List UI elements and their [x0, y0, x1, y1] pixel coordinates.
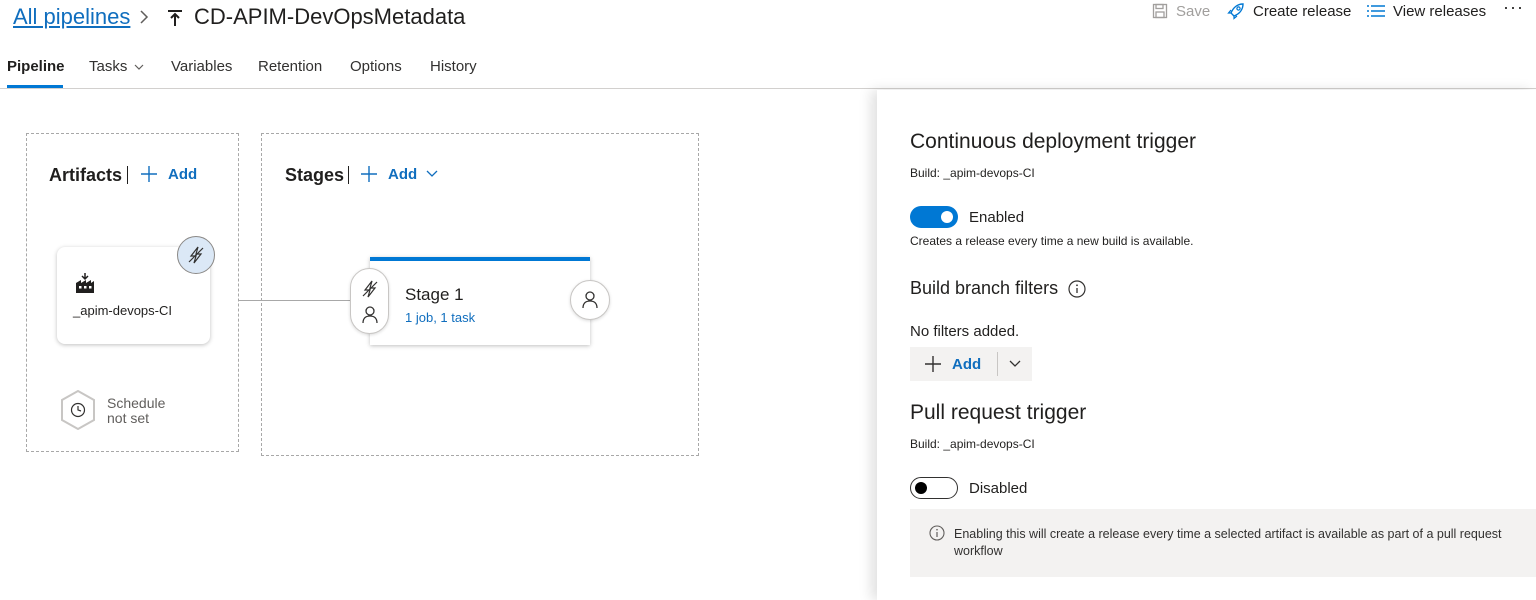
divider	[127, 166, 128, 184]
stage-card[interactable]: Stage 1 1 job, 1 task	[370, 257, 590, 345]
info-icon[interactable]	[1068, 279, 1086, 298]
add-filter-dropdown[interactable]	[998, 347, 1032, 381]
cd-trigger-toggle-label: Enabled	[969, 209, 1025, 226]
add-artifact-label: Add	[168, 165, 198, 183]
pr-trigger-toggle-label: Disabled	[969, 480, 1028, 497]
trigger-settings-panel: Continuous deployment trigger Build: _ap…	[877, 90, 1536, 600]
schedule-status[interactable]: Schedule not set	[107, 396, 187, 426]
chevron-down-icon	[426, 170, 438, 177]
save-label: Save	[1176, 2, 1211, 20]
toggle-knob	[915, 482, 927, 494]
add-artifact-button[interactable]: Add	[140, 165, 197, 183]
artifacts-title: Artifacts	[49, 165, 123, 185]
build-branch-filters-title: Build branch filters	[910, 278, 1059, 298]
more-actions-button[interactable]: ···	[1503, 0, 1524, 18]
create-release-button[interactable]: Create release	[1227, 0, 1351, 22]
continuous-deployment-trigger-button[interactable]	[177, 236, 215, 274]
pipeline-title: CD-APIM-DevOpsMetadata	[194, 4, 466, 29]
page-header: All pipelines CD-APIM-DevOpsMetadata Sav…	[0, 0, 1536, 40]
plus-icon	[925, 356, 941, 372]
save-button[interactable]: Save	[1152, 0, 1210, 22]
person-icon	[362, 306, 378, 324]
add-filter-split-button: Add	[910, 347, 1032, 381]
view-releases-button[interactable]: View releases	[1367, 0, 1486, 22]
pr-info-text: Enabling this will create a release ever…	[954, 527, 1502, 558]
active-tab-indicator	[7, 85, 63, 88]
tab-retention[interactable]: Retention	[258, 58, 322, 75]
lightning-icon	[362, 280, 378, 298]
cd-trigger-build: Build: _apim-devops-CI	[910, 166, 1035, 180]
lightning-icon	[188, 246, 204, 264]
tab-tasks[interactable]: Tasks	[89, 58, 145, 75]
add-filter-label: Add	[952, 355, 982, 373]
schedule-line2: not set	[107, 410, 150, 426]
all-pipelines-link[interactable]: All pipelines	[13, 4, 130, 30]
tab-pipeline[interactable]: Pipeline	[7, 58, 65, 75]
cd-trigger-toggle[interactable]	[910, 206, 958, 228]
pr-trigger-build: Build: _apim-devops-CI	[910, 437, 1035, 451]
chevron-down-icon	[134, 64, 144, 70]
post-deployment-conditions-button[interactable]	[570, 280, 610, 320]
plus-icon	[361, 166, 377, 182]
stage-name: Stage 1	[405, 285, 464, 304]
tab-tasks-label: Tasks	[89, 58, 128, 75]
chevron-down-icon	[1009, 360, 1021, 367]
artifact-name: _apim-devops-CI	[73, 303, 172, 318]
schedule-trigger-button[interactable]	[60, 390, 96, 430]
tab-bar: Pipeline Tasks Variables Retention Optio…	[0, 52, 1536, 89]
release-pipeline-icon	[168, 10, 182, 26]
stage-summary-link[interactable]: 1 job, 1 task	[405, 310, 475, 325]
plus-icon	[141, 166, 157, 182]
view-releases-label: View releases	[1393, 2, 1487, 20]
stages-title: Stages	[285, 165, 345, 185]
cd-trigger-title: Continuous deployment trigger	[910, 130, 1197, 153]
add-stage-label: Add	[388, 165, 418, 183]
list-icon	[1367, 5, 1385, 17]
schedule-line1: Schedule	[107, 395, 166, 411]
tab-variables[interactable]: Variables	[171, 58, 232, 75]
rocket-icon	[1227, 3, 1244, 20]
person-icon	[582, 291, 598, 309]
tab-options[interactable]: Options	[350, 58, 402, 75]
add-filter-button[interactable]: Add	[910, 347, 997, 381]
no-filters-text: No filters added.	[910, 323, 1020, 340]
divider	[348, 166, 349, 184]
pr-trigger-toggle[interactable]	[910, 477, 958, 499]
chevron-right-icon	[140, 10, 149, 24]
create-release-label: Create release	[1253, 2, 1352, 20]
cd-trigger-description: Creates a release every time a new build…	[910, 234, 1194, 248]
add-stage-button[interactable]: Add	[360, 165, 439, 183]
build-branch-filters-heading: Build branch filters	[910, 278, 1086, 299]
info-icon	[929, 525, 945, 541]
toggle-knob	[941, 211, 953, 223]
tab-history[interactable]: History	[430, 58, 477, 75]
build-artifact-icon	[76, 273, 94, 293]
pre-deployment-conditions-button[interactable]	[350, 268, 389, 334]
pr-info-message: Enabling this will create a release ever…	[910, 509, 1536, 577]
save-icon	[1152, 3, 1168, 19]
pr-trigger-title: Pull request trigger	[910, 401, 1087, 424]
